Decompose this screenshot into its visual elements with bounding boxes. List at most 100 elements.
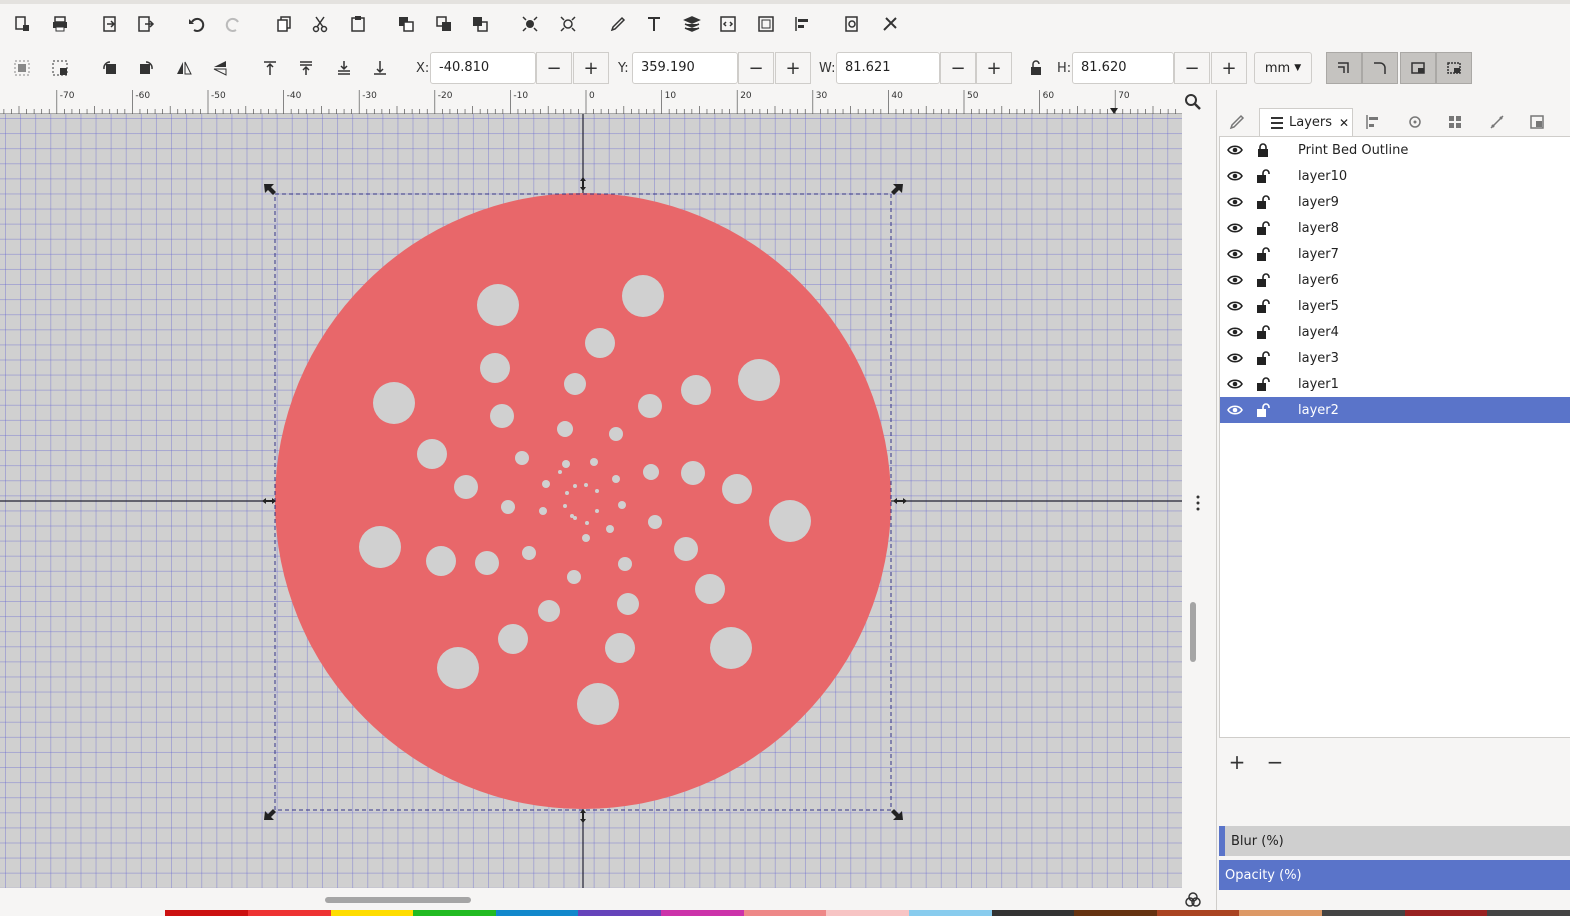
close-icon[interactable]: ✕ (1339, 116, 1349, 130)
unlink-clone-icon[interactable] (466, 10, 494, 38)
layer-row[interactable]: layer8 (1220, 215, 1570, 241)
w-increment-button[interactable]: + (976, 52, 1012, 84)
import-icon[interactable] (96, 10, 124, 38)
unit-select[interactable]: mm ▼ (1254, 52, 1312, 84)
palette-swatch[interactable] (1404, 910, 1488, 916)
layers-menu-icon[interactable] (678, 10, 706, 38)
unlock-icon[interactable] (1254, 219, 1272, 237)
unlock-icon[interactable] (1254, 401, 1272, 419)
duplicate-icon[interactable] (392, 10, 420, 38)
select-all-layers-icon[interactable] (46, 54, 74, 82)
palette-swatch[interactable] (1239, 910, 1322, 916)
y-increment-button[interactable]: + (775, 52, 811, 84)
eye-icon[interactable] (1226, 141, 1244, 159)
copy-icon[interactable] (270, 10, 298, 38)
layer-row[interactable]: layer3 (1220, 345, 1570, 371)
cut-icon[interactable] (306, 10, 334, 38)
rotate-cw-icon[interactable] (132, 54, 160, 82)
vertical-scrollbar[interactable] (1182, 114, 1216, 888)
y-decrement-button[interactable]: − (738, 52, 774, 84)
export-icon[interactable] (132, 10, 160, 38)
palette-swatch[interactable] (1322, 910, 1405, 916)
print-preview-icon[interactable] (838, 10, 866, 38)
path-effects-tab[interactable] (1481, 108, 1513, 136)
palette-swatch[interactable] (413, 910, 496, 916)
palette-swatch[interactable] (743, 910, 827, 916)
palette-swatch[interactable] (0, 910, 83, 916)
select-all-icon[interactable] (8, 54, 36, 82)
transform-tab[interactable] (1399, 108, 1431, 136)
remove-layer-button[interactable]: − (1261, 748, 1289, 776)
eye-icon[interactable] (1226, 323, 1244, 341)
layer-row[interactable]: layer4 (1220, 319, 1570, 345)
fill-stroke-tab[interactable] (1221, 108, 1253, 136)
unlock-icon[interactable] (1254, 349, 1272, 367)
vertical-scroll-thumb[interactable] (1190, 602, 1196, 662)
color-palette[interactable] (0, 910, 1570, 916)
align-tab[interactable] (1357, 108, 1389, 136)
unlock-icon[interactable] (1254, 245, 1272, 263)
opacity-slider[interactable]: Opacity (%) (1219, 860, 1570, 890)
display-mode-icon[interactable] (1182, 890, 1204, 910)
layer-row[interactable]: layer2 (1220, 397, 1570, 423)
x-decrement-button[interactable]: − (536, 52, 572, 84)
unlock-icon[interactable] (1254, 167, 1272, 185)
text-font-icon[interactable] (640, 10, 668, 38)
eye-icon[interactable] (1226, 245, 1244, 263)
layer-row[interactable]: layer1 (1220, 371, 1570, 397)
palette-swatch[interactable] (661, 910, 744, 916)
palette-swatch[interactable] (1074, 910, 1157, 916)
y-input[interactable]: 359.190 (632, 52, 738, 84)
layer-row[interactable]: Print Bed Outline (1220, 137, 1570, 163)
layer-row[interactable]: layer6 (1220, 267, 1570, 293)
eye-icon[interactable] (1226, 271, 1244, 289)
drawing-canvas[interactable] (0, 114, 1182, 888)
tab-layers[interactable]: Layers ✕ (1259, 108, 1353, 136)
undo-icon[interactable] (182, 10, 210, 38)
palette-swatch[interactable] (495, 910, 579, 916)
h-input[interactable]: 81.620 (1072, 52, 1174, 84)
scale-stroke-toggle[interactable] (1326, 52, 1362, 84)
palette-swatch[interactable] (82, 910, 166, 916)
fill-stroke-icon[interactable] (604, 10, 632, 38)
lower-icon[interactable] (330, 54, 358, 82)
move-patterns-toggle[interactable] (1436, 52, 1472, 84)
palette-swatch[interactable] (578, 910, 661, 916)
layer-row[interactable]: layer10 (1220, 163, 1570, 189)
unlock-icon[interactable] (1254, 271, 1272, 289)
w-input[interactable]: 81.621 (836, 52, 940, 84)
lock-ratio-icon[interactable] (1022, 54, 1050, 82)
unlock-icon[interactable] (1254, 193, 1272, 211)
eye-icon[interactable] (1226, 349, 1244, 367)
xml-editor-icon[interactable] (714, 10, 742, 38)
flip-horizontal-icon[interactable] (170, 54, 198, 82)
palette-swatch[interactable] (908, 910, 992, 916)
palette-swatch[interactable] (1156, 910, 1240, 916)
layer-row[interactable]: layer7 (1220, 241, 1570, 267)
palette-swatch[interactable] (165, 910, 248, 916)
document-properties-icon[interactable] (752, 10, 780, 38)
eye-icon[interactable] (1226, 167, 1244, 185)
blur-slider[interactable]: Blur (%) (1219, 826, 1570, 856)
palette-swatch[interactable] (247, 910, 331, 916)
x-increment-button[interactable]: + (573, 52, 609, 84)
unlock-icon[interactable] (1254, 375, 1272, 393)
raise-to-top-icon[interactable] (256, 54, 284, 82)
preferences-icon[interactable] (876, 10, 904, 38)
zoom-icon[interactable] (1182, 90, 1204, 114)
h-increment-button[interactable]: + (1211, 52, 1247, 84)
print-icon[interactable] (46, 10, 74, 38)
palette-swatch[interactable] (330, 910, 414, 916)
layer-row[interactable]: layer9 (1220, 189, 1570, 215)
palette-swatch[interactable] (1487, 910, 1570, 916)
flip-vertical-icon[interactable] (206, 54, 234, 82)
eye-icon[interactable] (1226, 297, 1244, 315)
layer-row[interactable]: layer5 (1220, 293, 1570, 319)
h-decrement-button[interactable]: − (1174, 52, 1210, 84)
document-tab[interactable] (1521, 108, 1553, 136)
redo-icon[interactable] (220, 10, 248, 38)
unlock-icon[interactable] (1254, 323, 1272, 341)
add-layer-button[interactable]: + (1223, 748, 1251, 776)
w-decrement-button[interactable]: − (940, 52, 976, 84)
eye-icon[interactable] (1226, 193, 1244, 211)
